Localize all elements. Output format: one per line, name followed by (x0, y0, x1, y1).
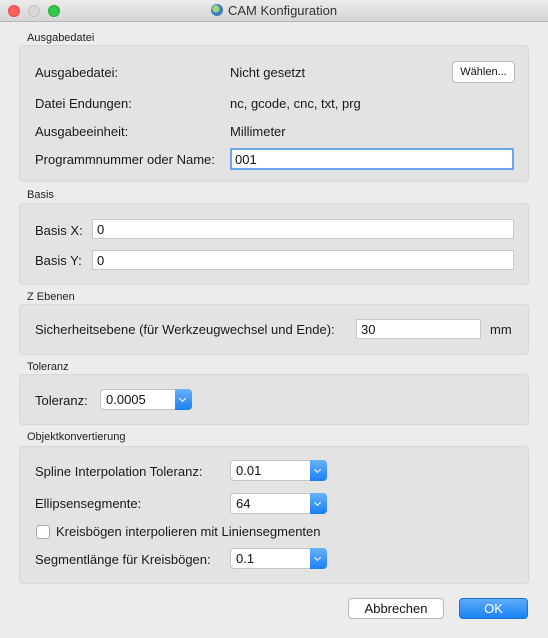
chevron-down-icon[interactable] (310, 460, 327, 481)
section-title-basis: Basis (27, 189, 54, 201)
spline-tolerance-value: 0.01 (236, 463, 262, 478)
spline-tolerance-label: Spline Interpolation Toleranz: (35, 464, 203, 479)
chevron-down-icon[interactable] (175, 389, 192, 410)
section-title-objektkonvertierung: Objektkonvertierung (27, 431, 126, 443)
interpolate-arcs-label[interactable]: Kreisbögen interpolieren mit Liniensegme… (56, 524, 321, 539)
ellipse-segments-value: 64 (236, 496, 251, 511)
program-number-label: Programmnummer oder Name: (35, 152, 215, 167)
toleranz-group: Toleranz: 0.0005 (19, 374, 529, 425)
output-unit-value: Millimeter (230, 124, 286, 139)
ellipse-segments-combo[interactable]: 64 (230, 493, 327, 514)
basis-x-input[interactable] (92, 219, 514, 239)
cancel-button[interactable]: Abbrechen (348, 598, 444, 619)
safety-plane-unit: mm (490, 322, 512, 337)
chevron-down-icon[interactable] (310, 493, 327, 514)
file-extensions-value: nc, gcode, cnc, txt, prg (230, 96, 361, 111)
segment-length-value: 0.1 (236, 551, 255, 566)
section-title-ausgabedatei: Ausgabedatei (27, 32, 95, 44)
basis-y-label: Basis Y: (35, 253, 82, 268)
interpolate-arcs-checkbox[interactable] (36, 525, 50, 539)
section-title-toleranz: Toleranz (27, 361, 69, 373)
segment-length-combo[interactable]: 0.1 (230, 548, 327, 569)
ellipse-segments-label: Ellipsensegmente: (35, 496, 142, 511)
basis-group: Basis X: Basis Y: (19, 203, 529, 285)
output-unit-label: Ausgabeeinheit: (35, 124, 129, 139)
objektkonvertierung-group: Spline Interpolation Toleranz: 0.01 Elli… (19, 446, 529, 584)
title-bar: CAM Konfiguration (0, 0, 548, 22)
chevron-down-icon[interactable] (310, 548, 327, 569)
section-title-z-ebenen: Z Ebenen (27, 291, 75, 303)
basis-y-input[interactable] (92, 250, 514, 270)
ausgabedatei-group: Ausgabedatei: Nicht gesetzt Wählen... Da… (19, 45, 529, 182)
spline-tolerance-combo[interactable]: 0.01 (230, 460, 327, 481)
output-file-label: Ausgabedatei: (35, 65, 119, 80)
tolerance-combo-value: 0.0005 (106, 392, 146, 407)
choose-file-button[interactable]: Wählen... (452, 61, 515, 83)
tolerance-combo[interactable]: 0.0005 (100, 389, 192, 410)
ok-button[interactable]: OK (459, 598, 528, 619)
file-extensions-label: Datei Endungen: (35, 96, 132, 111)
z-ebenen-group: Sicherheitsebene (für Werkzeugwechsel un… (19, 304, 529, 355)
program-number-input[interactable] (230, 148, 514, 170)
tolerance-label: Toleranz: (35, 393, 88, 408)
safety-plane-input[interactable] (356, 319, 481, 339)
output-file-value: Nicht gesetzt (230, 65, 306, 80)
window-title-wrap: CAM Konfiguration (0, 3, 548, 18)
app-icon (210, 4, 223, 16)
basis-x-label: Basis X: (35, 223, 83, 238)
segment-length-label: Segmentlänge für Kreisbögen: (35, 552, 211, 567)
safety-plane-label: Sicherheitsebene (für Werkzeugwechsel un… (35, 322, 335, 337)
window-title: CAM Konfiguration (227, 3, 338, 18)
